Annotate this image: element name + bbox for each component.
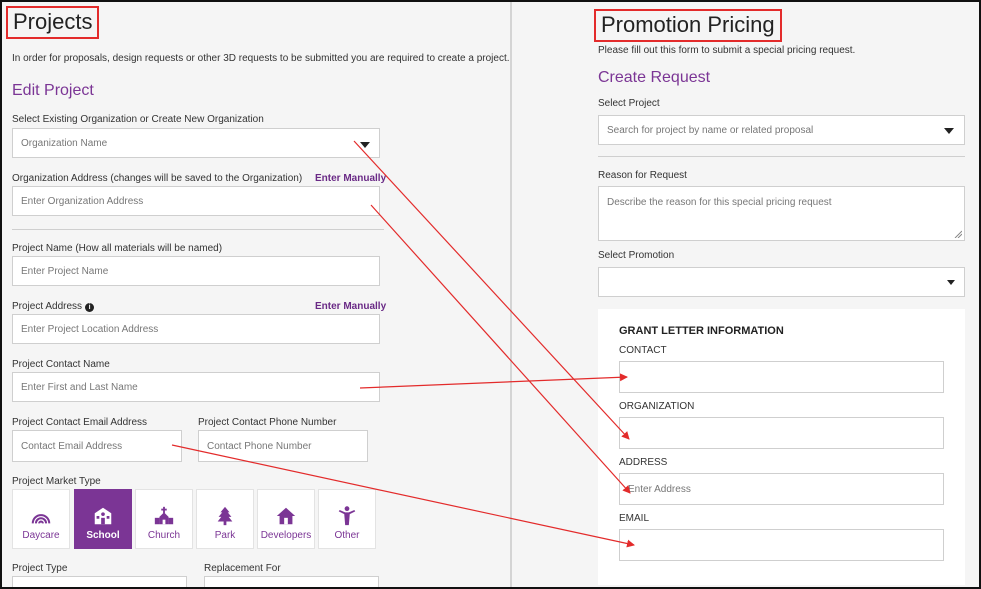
- org-address-label: Organization Address (changes will be sa…: [12, 173, 303, 184]
- market-type-developers[interactable]: Developers: [257, 489, 315, 549]
- market-type-school[interactable]: School: [74, 489, 132, 549]
- chevron-down-icon: [944, 128, 954, 134]
- reason-label: Reason for Request: [598, 170, 687, 181]
- promotion-pricing-title: Promotion Pricing: [594, 9, 782, 42]
- market-type-label-school: School: [86, 530, 120, 541]
- rainbow-icon: [31, 514, 51, 524]
- grant-contact-label: CONTACT: [619, 345, 667, 356]
- tree-icon: [217, 506, 233, 526]
- info-icon[interactable]: i: [85, 303, 95, 312]
- contact-name-placeholder: Enter First and Last Name: [21, 381, 138, 393]
- organization-select-placeholder: Organization Name: [21, 137, 108, 149]
- market-type-daycare[interactable]: Daycare: [12, 489, 70, 549]
- select-project-input[interactable]: Search for project by name or related pr…: [598, 115, 965, 145]
- contact-email-placeholder: Contact Email Address: [21, 440, 123, 452]
- select-promotion-input[interactable]: [598, 267, 965, 297]
- chevron-down-icon: [947, 280, 955, 285]
- divider: [598, 156, 965, 157]
- project-name-placeholder: Enter Project Name: [21, 265, 109, 277]
- project-type-select[interactable]: [12, 576, 187, 587]
- edit-project-heading: Edit Project: [12, 82, 94, 99]
- market-type-label: Project Market Type: [12, 476, 101, 487]
- market-type-other[interactable]: Other: [318, 489, 376, 549]
- resize-handle-icon[interactable]: [954, 230, 962, 238]
- reason-textarea[interactable]: Describe the reason for this special pri…: [598, 186, 965, 241]
- market-type-label-daycare: Daycare: [22, 530, 60, 541]
- projects-title: Projects: [6, 6, 100, 39]
- project-address-label: Project Address i: [12, 301, 95, 312]
- school-icon: [94, 507, 112, 525]
- organization-select[interactable]: Organization Name: [12, 128, 380, 158]
- replacement-for-select[interactable]: [204, 576, 379, 587]
- organization-address-placeholder: Enter Organization Address: [21, 195, 144, 207]
- project-name-label: Project Name (How all materials will be …: [12, 243, 223, 254]
- market-type-label-other: Other: [334, 530, 360, 541]
- org-address-enter-manually-link[interactable]: Enter Manually: [315, 173, 386, 184]
- market-type-label-church: Church: [147, 530, 181, 541]
- market-type-church[interactable]: Church: [135, 489, 193, 549]
- market-type-park[interactable]: Park: [196, 489, 254, 549]
- replacement-for-label: Replacement For: [204, 563, 281, 574]
- grant-address-label: ADDRESS: [619, 457, 668, 468]
- select-project-label: Select Project: [598, 98, 660, 109]
- project-type-label: Project Type: [12, 563, 68, 574]
- create-request-heading: Create Request: [598, 69, 711, 86]
- project-address-enter-manually-link[interactable]: Enter Manually: [315, 301, 386, 312]
- contact-name-label: Project Contact Name: [12, 359, 110, 370]
- project-address-label-text: Project Address: [12, 301, 83, 312]
- grant-organization-label: ORGANIZATION: [619, 401, 695, 412]
- grant-contact-input[interactable]: [619, 361, 944, 393]
- grant-address-input[interactable]: Enter Address: [619, 473, 944, 505]
- grant-address-placeholder: Enter Address: [628, 483, 691, 495]
- grant-email-label: EMAIL: [619, 513, 650, 524]
- contact-email-label: Project Contact Email Address: [12, 417, 148, 428]
- grant-email-input[interactable]: [619, 529, 944, 561]
- chevron-down-icon: [360, 142, 370, 148]
- market-type-label-developers: Developers: [260, 530, 312, 541]
- market-type-label-park: Park: [214, 530, 236, 541]
- org-select-label: Select Existing Organization or Create N…: [12, 114, 264, 125]
- contact-name-input[interactable]: Enter First and Last Name: [12, 372, 380, 402]
- person-icon: [338, 506, 356, 526]
- select-project-placeholder: Search for project by name or related pr…: [607, 124, 814, 136]
- grant-letter-heading: GRANT LETTER INFORMATION: [619, 325, 784, 337]
- project-address-input[interactable]: Enter Project Location Address: [12, 314, 380, 344]
- projects-panel: Projects In order for proposals, design …: [2, 2, 510, 587]
- screenshot-frame: Projects In order for proposals, design …: [0, 0, 981, 589]
- project-address-placeholder: Enter Project Location Address: [21, 323, 159, 335]
- house-icon: [276, 507, 296, 525]
- organization-address-input[interactable]: Enter Organization Address: [12, 186, 380, 216]
- grant-organization-input[interactable]: [619, 417, 944, 449]
- contact-phone-placeholder: Contact Phone Number: [207, 440, 312, 452]
- project-name-input[interactable]: Enter Project Name: [12, 256, 380, 286]
- select-promotion-label: Select Promotion: [598, 250, 675, 261]
- reason-placeholder: Describe the reason for this special pri…: [607, 197, 832, 208]
- contact-email-input[interactable]: Contact Email Address: [12, 430, 182, 462]
- contact-phone-input[interactable]: Contact Phone Number: [198, 430, 368, 462]
- contact-phone-label: Project Contact Phone Number: [198, 417, 337, 428]
- promotion-pricing-intro: Please fill out this form to submit a sp…: [598, 45, 856, 56]
- divider: [12, 229, 384, 230]
- projects-intro: In order for proposals, design requests …: [12, 53, 510, 64]
- church-icon: [154, 506, 174, 525]
